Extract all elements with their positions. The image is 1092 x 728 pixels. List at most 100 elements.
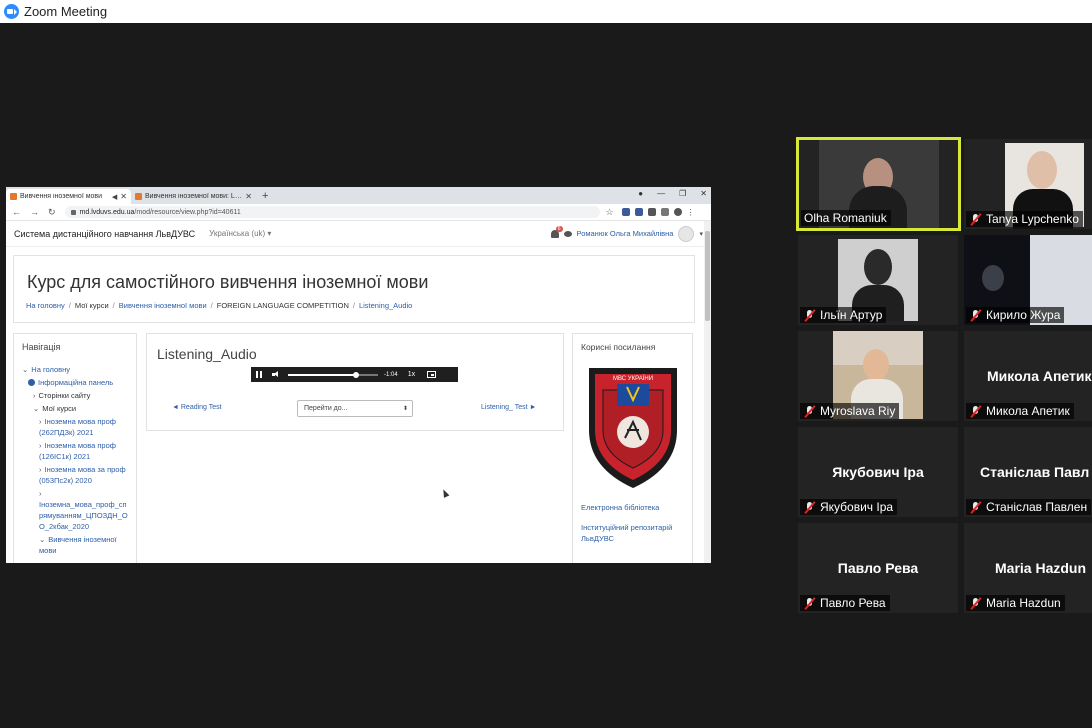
participant-name-label: Кирило Жура bbox=[986, 308, 1061, 322]
nav-course-item[interactable]: › Іноземна мова проф (262ПДЗк) 2021 bbox=[22, 416, 128, 438]
volume-icon[interactable] bbox=[272, 371, 280, 378]
prev-activity-link[interactable]: ◄ Reading Test bbox=[172, 404, 222, 411]
account-icon[interactable] bbox=[673, 208, 682, 216]
playback-speed-button[interactable]: 1x bbox=[408, 371, 415, 378]
nav-course-label: Іноземна мова проф (126ІС1к) 2021 bbox=[39, 441, 116, 461]
participant-tile[interactable]: Микола Апетик Микола Апетик bbox=[964, 331, 1092, 421]
nav-site-pages-label: Сторінки сайту bbox=[38, 391, 91, 400]
useful-link[interactable]: Електронна бібліотека bbox=[581, 502, 684, 513]
participant-name-label: Микола Апетик bbox=[986, 404, 1070, 418]
zoom-window: Zoom Meeting Вивчення іноземної мови ◀ ✕… bbox=[0, 0, 1092, 728]
nav-my-courses[interactable]: ⌄ Мої курси bbox=[22, 403, 128, 414]
pause-icon[interactable] bbox=[256, 371, 262, 378]
resource-block: Listening_Audio -1:04 1x ◄ Reading Test … bbox=[146, 333, 564, 431]
breadcrumb-my-courses: Мої курси bbox=[74, 301, 109, 310]
participant-tile[interactable]: Maria Hazdun Maria Hazdun bbox=[964, 523, 1092, 613]
user-menu[interactable]: 6 Романюк Ольга Михайлівна ▾ bbox=[550, 225, 703, 242]
muted-mic-icon bbox=[803, 501, 816, 514]
nav-course-item[interactable]: › Іноземна мова проф (126ІС1к) 2021 bbox=[22, 440, 128, 462]
participant-name: Tanya Lypchenko bbox=[966, 211, 1083, 227]
muted-mic-icon bbox=[969, 309, 982, 322]
participant-name: Olha Romaniuk bbox=[801, 210, 891, 226]
extension-icon[interactable] bbox=[634, 208, 643, 216]
new-tab-icon[interactable]: + bbox=[262, 190, 268, 202]
speaker-icon[interactable]: ◀ bbox=[112, 193, 117, 201]
nav-site-pages[interactable]: › Сторінки сайту bbox=[22, 390, 128, 401]
seek-handle[interactable] bbox=[352, 371, 359, 378]
scrollbar-thumb[interactable] bbox=[705, 231, 710, 321]
dashboard-icon bbox=[28, 379, 35, 386]
participant-display-name: Якубович Іра bbox=[832, 464, 924, 480]
participant-name-label: Павло Рева bbox=[820, 596, 886, 610]
breadcrumb-home[interactable]: На головну bbox=[26, 301, 65, 310]
participant-tile[interactable]: Якубович Іра Якубович Іра bbox=[798, 427, 958, 517]
bookmark-star-icon[interactable]: ☆ bbox=[606, 207, 614, 218]
browser-tab[interactable]: Вивчення іноземної мови: Listening ✕ bbox=[131, 189, 256, 204]
browser-tab-bar: Вивчення іноземної мови ◀ ✕ Вивчення іно… bbox=[6, 187, 711, 204]
participant-display-name: Maria Hazdun bbox=[995, 560, 1087, 576]
moodle-page: Система дистанційного навчання ЛьвДУВС У… bbox=[6, 221, 711, 563]
title-bar: Zoom Meeting bbox=[0, 0, 1092, 23]
breadcrumb-section: FOREIGN LANGUAGE COMPETITION bbox=[216, 301, 349, 310]
participant-name: Maria Hazdun bbox=[966, 595, 1065, 611]
chevron-down-icon: ▾ bbox=[699, 230, 703, 238]
useful-link[interactable]: Інституційний репозитарій ЛьвДУВС bbox=[581, 522, 684, 544]
forward-icon[interactable]: → bbox=[30, 207, 39, 217]
next-activity-link[interactable]: Listening_ Test ► bbox=[481, 404, 536, 411]
participant-name: Ільїн Артур bbox=[800, 307, 887, 323]
seek-slider[interactable] bbox=[288, 371, 378, 378]
address-bar[interactable]: md.lvduvs.edu.ua /mod/resource/view.php?… bbox=[64, 206, 600, 218]
breadcrumb-resource[interactable]: Listening_Audio bbox=[359, 301, 412, 310]
participant-name: Станіслав Павлен bbox=[966, 499, 1092, 515]
jump-to-select[interactable]: Перейти до... ⬍ bbox=[297, 400, 413, 417]
resource-title: Listening_Audio bbox=[157, 346, 257, 362]
reload-icon[interactable]: ↻ bbox=[48, 207, 56, 218]
useful-links-heading: Корисні посилання bbox=[581, 342, 656, 352]
participant-tile[interactable]: Кирило Жура bbox=[964, 235, 1092, 325]
reading-list-icon[interactable] bbox=[660, 208, 669, 216]
nav-dashboard[interactable]: Інформаційна панель bbox=[22, 377, 128, 388]
participant-tile[interactable]: Ільїн Артур bbox=[798, 235, 958, 325]
close-tab-icon[interactable]: ✕ bbox=[245, 192, 252, 201]
profile-icon[interactable]: ● bbox=[638, 189, 643, 198]
puzzle-icon[interactable] bbox=[647, 208, 656, 216]
nav-course-item[interactable]: ⌄ Вивчення іноземної мови bbox=[22, 534, 128, 556]
bell-icon[interactable]: 6 bbox=[550, 225, 563, 238]
close-window-icon[interactable]: ✕ bbox=[700, 189, 707, 198]
picture-in-picture-icon[interactable] bbox=[427, 371, 437, 378]
nav-course-label: Іноземна_мова_проф_спрямуванням_ЦПОЗДН_О… bbox=[39, 500, 128, 531]
muted-mic-icon bbox=[803, 309, 816, 322]
emblem-label: МВС УКРАЇНИ bbox=[613, 375, 653, 382]
browser-tab-active[interactable]: Вивчення іноземної мови ◀ ✕ bbox=[6, 189, 131, 204]
language-label: Українська ‎(uk)‎ bbox=[209, 229, 266, 238]
back-icon[interactable]: ← bbox=[12, 207, 21, 217]
shared-screen[interactable]: Вивчення іноземної мови ◀ ✕ Вивчення іно… bbox=[6, 187, 711, 563]
url-path: /mod/resource/view.php?id=40611 bbox=[134, 208, 241, 216]
nav-home[interactable]: ⌄ На головну bbox=[22, 364, 128, 375]
url-host: md.lvduvs.edu.ua bbox=[79, 208, 135, 216]
page-scrollbar[interactable] bbox=[704, 221, 711, 563]
close-tab-icon[interactable]: ✕ bbox=[120, 192, 127, 201]
moodle-favicon-icon bbox=[135, 193, 142, 200]
participant-name: Микола Апетик bbox=[966, 403, 1074, 419]
restore-icon[interactable]: ❐ bbox=[679, 189, 686, 198]
window-title: Zoom Meeting bbox=[24, 4, 108, 19]
nav-course-item[interactable]: › Іноземна_мова_проф_спрямуванням_ЦПОЗДН_… bbox=[22, 488, 128, 532]
participant-tile[interactable]: Павло Рева Павло Рева bbox=[798, 523, 958, 613]
participant-name: Кирило Жура bbox=[966, 307, 1065, 323]
extension-icon[interactable] bbox=[621, 208, 630, 216]
participant-tile[interactable]: Станіслав Павл Станіслав Павлен bbox=[964, 427, 1092, 517]
participant-tile[interactable]: Tanya Lypchenko bbox=[964, 139, 1092, 229]
participant-tile[interactable]: Myroslava Riy bbox=[798, 331, 958, 421]
breadcrumb-course[interactable]: Вивчення іноземної мови bbox=[119, 301, 207, 310]
chat-icon[interactable] bbox=[563, 230, 572, 237]
participant-tile[interactable]: Olha Romaniuk bbox=[796, 137, 961, 231]
language-menu[interactable]: Українська ‎(uk)‎ ▾ bbox=[209, 229, 271, 238]
minimize-icon[interactable]: — bbox=[657, 189, 665, 198]
nav-course-item[interactable]: › Іноземна мова за проф (053Пс2к) 2020 bbox=[22, 464, 128, 486]
menu-icon[interactable]: ⋮ bbox=[687, 208, 695, 217]
nav-my-courses-label: Мої курси bbox=[42, 404, 77, 413]
participant-name-label: Tanya Lypchenko bbox=[986, 212, 1079, 226]
audio-player[interactable]: -1:04 1x bbox=[251, 367, 458, 382]
site-name[interactable]: Система дистанційного навчання ЛьвДУВС bbox=[14, 229, 195, 239]
